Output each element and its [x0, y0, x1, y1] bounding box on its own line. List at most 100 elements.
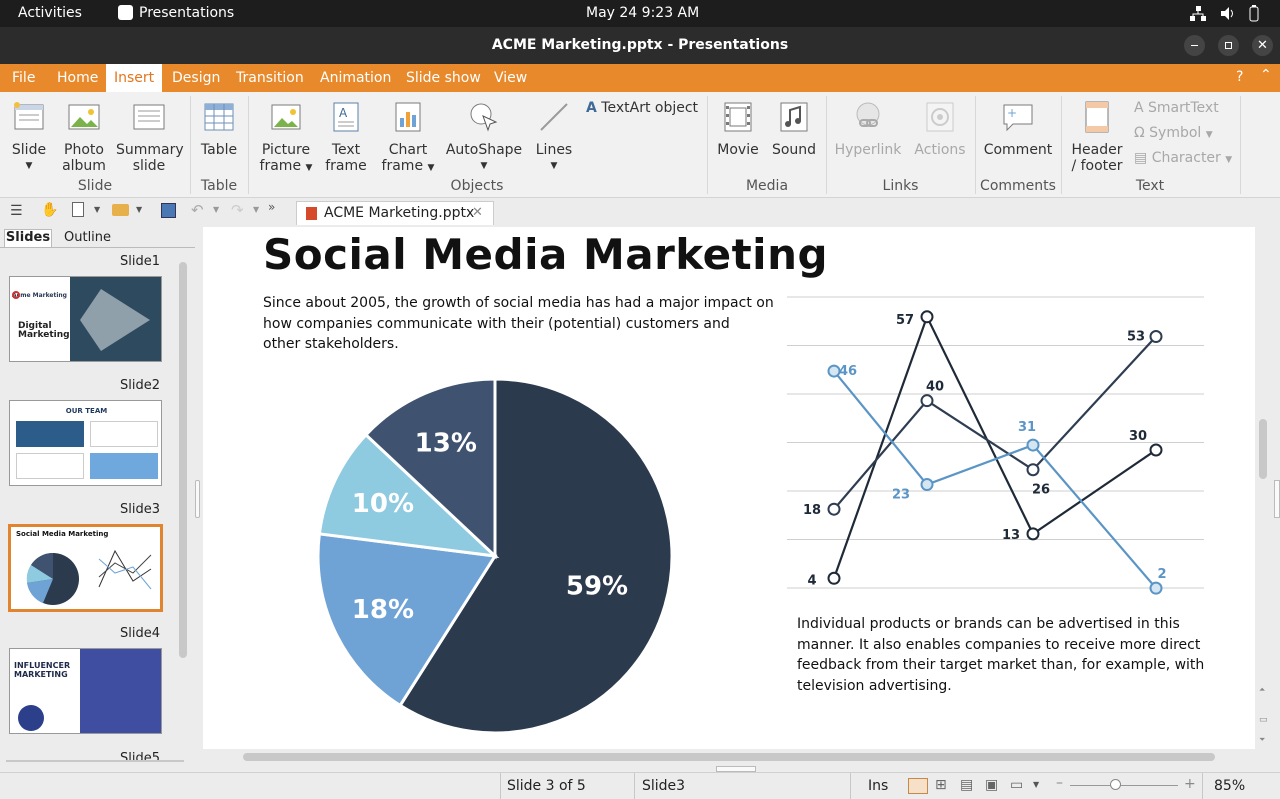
line-point[interactable] [920, 394, 934, 408]
line-point[interactable] [1149, 330, 1163, 344]
ribbon-collapse-icon[interactable]: ⌃ [1260, 67, 1272, 83]
line-point[interactable] [827, 364, 841, 378]
menu-file[interactable]: File [4, 64, 43, 92]
hand-tool-icon[interactable]: ✋ [41, 202, 58, 218]
page-icon[interactable]: ▭ [1259, 715, 1268, 725]
menu-home[interactable]: Home [49, 64, 106, 92]
movie-button[interactable]: Movie [714, 100, 762, 158]
line-series[interactable] [833, 370, 1157, 589]
comment-button[interactable]: + Comment [982, 100, 1054, 158]
slide-thumbnail-3[interactable]: Social Media Marketing [8, 524, 163, 612]
tab-outline[interactable]: Outline [64, 230, 111, 245]
hyperlink-button[interactable]: Hyperlink [834, 100, 902, 158]
open-dropdown-icon[interactable]: ▼ [136, 205, 142, 214]
menu-insert[interactable]: Insert [106, 64, 163, 92]
text-frame-button[interactable]: A Text frame [322, 100, 370, 174]
slideshow-dropdown-icon[interactable]: ▼ [1033, 780, 1039, 789]
group-label-media: Media [745, 178, 789, 194]
group-label-table: Table [200, 178, 238, 194]
line-point[interactable] [827, 571, 841, 585]
sound-button[interactable]: Sound [770, 100, 818, 158]
power-icon[interactable] [1249, 5, 1259, 22]
slide-thumbnail-1[interactable]: Acme Marketing Digital Marketing [9, 276, 162, 362]
table-button[interactable]: Table [196, 100, 242, 174]
menu-transition[interactable]: Transition [228, 64, 312, 92]
zoom-slider-handle[interactable] [1110, 779, 1121, 790]
menu-design[interactable]: Design [164, 64, 228, 92]
clock[interactable]: May 24 9:23 AM [586, 5, 699, 21]
zoom-slider-track[interactable] [1070, 785, 1178, 786]
maximize-button[interactable] [1218, 35, 1239, 56]
save-icon[interactable] [161, 203, 176, 218]
picture-frame-button[interactable]: Picture frame ▼ [256, 100, 316, 176]
redo-dropdown-icon[interactable]: ▼ [253, 205, 259, 214]
zoom-in-icon[interactable]: + [1184, 776, 1196, 792]
page-up-icon[interactable]: ⏶ [1259, 685, 1265, 695]
thumb-card [16, 453, 84, 479]
line-point[interactable] [1149, 443, 1163, 457]
slide-thumbnail-4[interactable]: INFLUENCER MARKETING [9, 648, 162, 734]
line-point[interactable] [1149, 581, 1163, 595]
group-label-slide: Slide [77, 178, 113, 194]
help-icon[interactable]: ? [1236, 69, 1243, 85]
line-point[interactable] [1026, 438, 1040, 452]
network-icon[interactable] [1190, 6, 1206, 21]
new-slide-button[interactable]: Slide ▼ [6, 100, 52, 174]
hamburger-menu-icon[interactable]: ☰ [10, 203, 23, 219]
line-point[interactable] [920, 478, 934, 492]
slides-pane-hscrollbar[interactable] [6, 760, 184, 762]
lines-button[interactable]: Lines ▼ [530, 100, 578, 174]
chart-frame-button[interactable]: Chart frame ▼ [378, 100, 438, 176]
open-folder-icon[interactable] [112, 204, 129, 216]
normal-view-icon[interactable] [908, 778, 928, 794]
app-menu[interactable]: Presentations [139, 5, 234, 21]
close-button[interactable]: ✕ [1252, 35, 1273, 56]
zoom-level[interactable]: 85% [1214, 778, 1245, 794]
line-point-label: 2 [1157, 567, 1166, 582]
menu-animation[interactable]: Animation [312, 64, 399, 92]
menu-view[interactable]: View [486, 64, 535, 92]
handout-view-icon[interactable]: ▣ [985, 777, 998, 793]
slides-pane-scrollbar[interactable] [179, 262, 187, 658]
movie-icon [724, 102, 752, 132]
activities-button[interactable]: Activities [18, 5, 82, 21]
line-point[interactable] [1026, 463, 1040, 477]
outro-text[interactable]: Individual products or brands can be adv… [797, 614, 1204, 696]
zoom-out-icon[interactable]: – [1056, 775, 1063, 791]
pane-resize-handle[interactable] [195, 480, 200, 518]
document-tab[interactable]: ACME Marketing.pptx ✕ [296, 201, 494, 225]
vertical-scrollbar-thumb[interactable] [1259, 419, 1267, 479]
slides-pane: Slides Outline Slide1 Acme Marketing Dig… [0, 227, 195, 775]
slide-sorter-icon[interactable]: ⊞ [935, 777, 947, 793]
volume-icon[interactable] [1220, 6, 1236, 21]
actions-button[interactable]: Actions [910, 100, 970, 158]
toolbar-overflow-icon[interactable]: » [268, 200, 275, 214]
photo-album-button[interactable]: Photo album [58, 100, 110, 174]
summary-slide-button[interactable]: Summary slide [116, 100, 184, 174]
redo-icon[interactable]: ↷ [231, 201, 244, 219]
header-footer-button[interactable]: Header / footer [1066, 100, 1128, 174]
character-button[interactable]: ▤ Character ▼ [1134, 150, 1232, 166]
line-point[interactable] [827, 502, 841, 516]
undo-icon[interactable]: ↶ [191, 201, 204, 219]
notes-view-icon[interactable]: ▤ [960, 777, 973, 793]
autoshape-button[interactable]: AutoShape ▼ [444, 100, 524, 174]
textart-button[interactable]: A TextArt object [586, 100, 698, 116]
symbol-button[interactable]: Ω Symbol ▼ [1134, 125, 1213, 141]
line-point[interactable] [920, 310, 934, 324]
insert-mode[interactable]: Ins [868, 778, 888, 794]
slide-thumbnail-2[interactable]: OUR TEAM [9, 400, 162, 486]
close-tab-icon[interactable]: ✕ [472, 205, 483, 220]
right-pane-handle[interactable] [1274, 480, 1280, 518]
horizontal-scrollbar-thumb[interactable] [243, 753, 1215, 761]
menu-slide-show[interactable]: Slide show [398, 64, 489, 92]
new-document-icon[interactable] [72, 202, 84, 217]
slideshow-icon[interactable]: ▭ [1010, 777, 1023, 793]
page-down-icon[interactable]: ⏷ [1259, 735, 1265, 745]
smarttext-button[interactable]: A SmartText [1134, 100, 1219, 116]
minimize-button[interactable] [1184, 35, 1205, 56]
undo-dropdown-icon[interactable]: ▼ [213, 205, 219, 214]
tab-slides[interactable]: Slides [4, 229, 52, 247]
new-dropdown-icon[interactable]: ▼ [94, 205, 100, 214]
line-point[interactable] [1026, 527, 1040, 541]
